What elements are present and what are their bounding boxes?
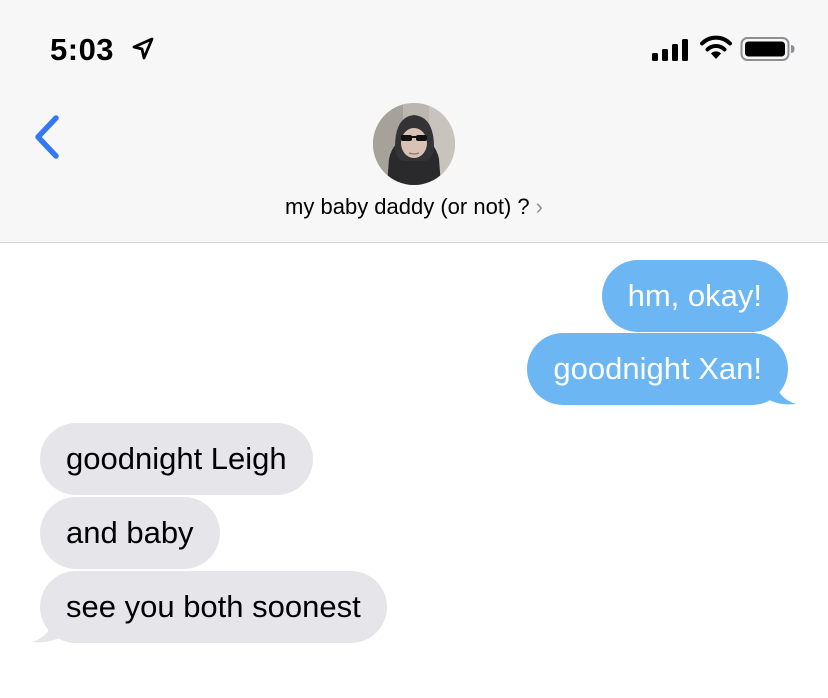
chevron-left-icon: [35, 115, 59, 159]
status-bar: 5:03: [0, 0, 828, 95]
contact-avatar[interactable]: [373, 103, 455, 185]
received-message-bubble[interactable]: see you both soonest: [40, 571, 387, 643]
message-text: and baby: [66, 515, 194, 550]
message-text: goodnight Xan!: [553, 351, 762, 386]
received-bubble-tail: [32, 614, 62, 643]
avatar-photo: [373, 103, 455, 185]
cellular-signal-icon: [652, 39, 688, 61]
received-message-bubble[interactable]: goodnight Leigh: [40, 423, 313, 495]
chevron-right-icon: ›: [535, 194, 543, 219]
sent-bubble-tail: [766, 376, 796, 405]
received-message-bubble[interactable]: and baby: [40, 497, 220, 569]
status-time: 5:03: [50, 32, 115, 67]
contact-name: my baby daddy (or not) ?: [285, 194, 530, 219]
conversation-header: 5:03 my baby daddy (or not) ? ›: [0, 0, 828, 243]
message-text: hm, okay!: [627, 278, 762, 313]
message-text: see you both soonest: [66, 589, 361, 624]
sent-message-bubble[interactable]: hm, okay!: [601, 260, 788, 332]
sent-message-bubble[interactable]: goodnight Xan!: [527, 333, 788, 405]
back-button[interactable]: [28, 110, 68, 166]
battery-icon: [740, 37, 795, 61]
location-arrow-icon: [132, 37, 154, 60]
message-text: goodnight Leigh: [66, 441, 287, 476]
contact-name-button[interactable]: my baby daddy (or not) ? ›: [0, 194, 828, 220]
wifi-icon: [700, 35, 732, 59]
